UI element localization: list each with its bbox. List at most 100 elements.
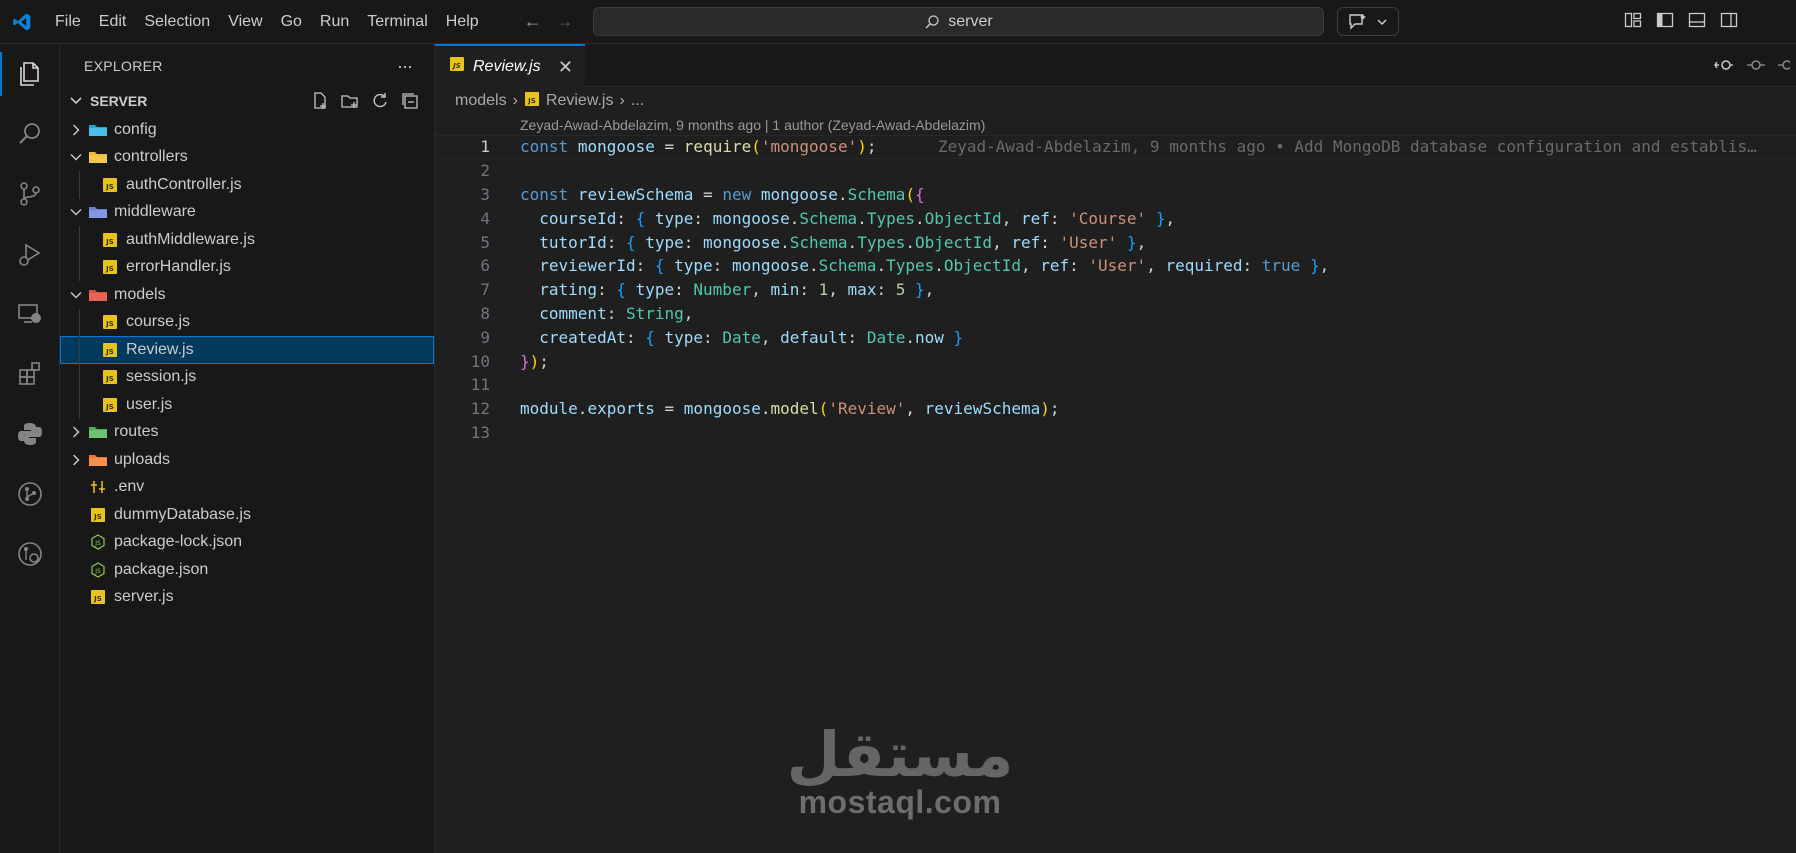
menu-go[interactable]: Go [272,0,311,44]
file-user-js[interactable]: JS user.js [60,391,434,419]
js-file-icon: JS [100,313,120,331]
file-session-js[interactable]: JS session.js [60,363,434,391]
layout-controls [1624,11,1738,29]
code-line: 8 comment: String, [435,302,1796,326]
search-text: server [948,12,993,30]
svg-text:JS: JS [105,183,114,191]
breadcrumb-symbols[interactable]: ... [631,92,644,110]
close-tab-icon[interactable]: ✕ [558,57,573,78]
git-graph-icon[interactable] [0,464,60,524]
js-file-icon: JS [100,368,120,386]
menu-selection[interactable]: Selection [135,0,219,44]
menu-edit[interactable]: Edit [90,0,136,44]
code-text: }); [520,351,549,371]
command-center-search[interactable]: server [593,7,1324,36]
svg-text:JS: JS [105,265,114,273]
inline-blame[interactable]: Zeyad-Awad-Abdelazim, 9 months ago • Add… [938,137,1757,156]
new-file-icon[interactable] [310,91,330,111]
line-number: 12 [470,399,490,419]
menu-run[interactable]: Run [311,0,358,44]
breadcrumb-folder[interactable]: models [455,92,507,110]
chevron-down-icon [1377,18,1387,25]
line-number: 11 [470,375,490,395]
file-dummydatabase-js[interactable]: JS dummyDatabase.js [60,501,434,529]
remote-explorer-icon[interactable] [0,284,60,344]
tree-item-label: authMiddleware.js [126,230,255,248]
file-review-js[interactable]: JS Review.js [60,336,434,364]
svg-text:JS: JS [105,238,114,246]
menu-view[interactable]: View [219,0,271,44]
folder-controllers[interactable]: controllers [60,144,434,172]
code-editor[interactable]: 1 const mongoose = require('mongoose'); … [435,135,1796,444]
svg-text:JS: JS [94,540,101,547]
folder-models[interactable]: models [60,281,434,309]
next-revision-icon[interactable] [1778,56,1796,74]
toggle-primary-sidebar-icon[interactable] [1656,11,1674,29]
refresh-icon[interactable] [370,91,390,111]
folder-uploads[interactable]: uploads [60,446,434,474]
previous-revision-icon[interactable] [1746,56,1765,74]
config-folder-icon [88,121,108,139]
git-codelens[interactable]: Zeyad-Awad-Abdelazim, 9 months ago | 1 a… [435,115,1796,135]
code-text: reviewerId: { type: mongoose.Schema.Type… [539,256,1330,276]
workspace-name: SERVER [90,93,148,109]
tree-item-label: package.json [114,560,209,578]
menu-file[interactable]: File [46,0,90,44]
python-icon[interactable] [0,404,60,464]
customize-layout-icon[interactable] [1624,11,1642,29]
back-arrow-icon[interactable]: ← [524,11,542,32]
extensions-icon[interactable] [0,344,60,404]
folder-routes[interactable]: routes [60,419,434,447]
explorer-header: EXPLORER ··· [60,44,434,88]
file-package-lock-json[interactable]: JS package-lock.json [60,529,434,557]
folder-middleware[interactable]: middleware [60,199,434,227]
file-env[interactable]: .env [60,474,434,502]
toggle-panel-icon[interactable] [1688,11,1706,29]
line-number: 8 [480,303,490,323]
code-line: 5 tutorId: { type: mongoose.Schema.Types… [435,230,1796,254]
code-line: 4 courseId: { type: mongoose.Schema.Type… [435,206,1796,230]
open-changes-icon[interactable] [1714,56,1733,74]
line-number: 3 [480,184,490,204]
run-and-debug-icon[interactable] [0,224,60,284]
explorer-icon[interactable] [0,44,60,104]
routes-folder-icon [88,423,108,441]
env-file-icon [88,478,108,496]
navigation-arrows: ← → [524,11,574,32]
breadcrumb-file[interactable]: Review.js [546,92,614,110]
line-number: 13 [470,422,490,442]
file-package-json[interactable]: JS package.json [60,556,434,584]
new-folder-icon[interactable] [340,91,360,111]
file-errorhandler-js[interactable]: JS errorHandler.js [60,253,434,281]
code-line: 3 const reviewSchema = new mongoose.Sche… [435,183,1796,207]
file-authmiddleware-js[interactable]: JS authMiddleware.js [60,226,434,254]
file-course-js[interactable]: JS course.js [60,308,434,336]
tree-item-label: server.js [114,588,174,606]
copilot-chat-button[interactable] [1337,7,1399,36]
tree-item-label: uploads [114,450,171,468]
code-line: 1 const mongoose = require('mongoose'); … [435,135,1796,159]
menu-help[interactable]: Help [437,0,488,44]
more-actions-icon[interactable]: ··· [397,56,413,77]
workspace-section-header[interactable]: SERVER [60,88,434,114]
git-lens-icon[interactable] [0,524,60,584]
source-control-icon[interactable] [0,164,60,224]
tree-item-label: routes [114,423,159,441]
chevron-right-icon [68,425,84,439]
menu-terminal[interactable]: Terminal [358,0,436,44]
collapse-all-icon[interactable] [400,91,420,111]
forward-arrow-icon[interactable]: → [556,11,574,32]
tree-item-label: package-lock.json [114,533,243,551]
js-file-icon: JS [100,176,120,194]
folder-config[interactable]: config [60,116,434,144]
chat-sparkle-icon [1349,13,1366,30]
svg-text:JS: JS [105,320,114,328]
menu-bar: File Edit Selection View Go Run Terminal Help [46,0,488,44]
file-server-js[interactable]: JS server.js [60,584,434,612]
title-bar: File Edit Selection View Go Run Terminal Help ←… [0,0,1796,44]
toggle-secondary-sidebar-icon[interactable] [1720,11,1738,29]
js-file-icon: JS [524,91,540,112]
file-authcontroller-js[interactable]: JS authController.js [60,171,434,199]
search-icon[interactable] [0,104,60,164]
tab-review-js[interactable]: JS Review.js ✕ [435,44,585,87]
